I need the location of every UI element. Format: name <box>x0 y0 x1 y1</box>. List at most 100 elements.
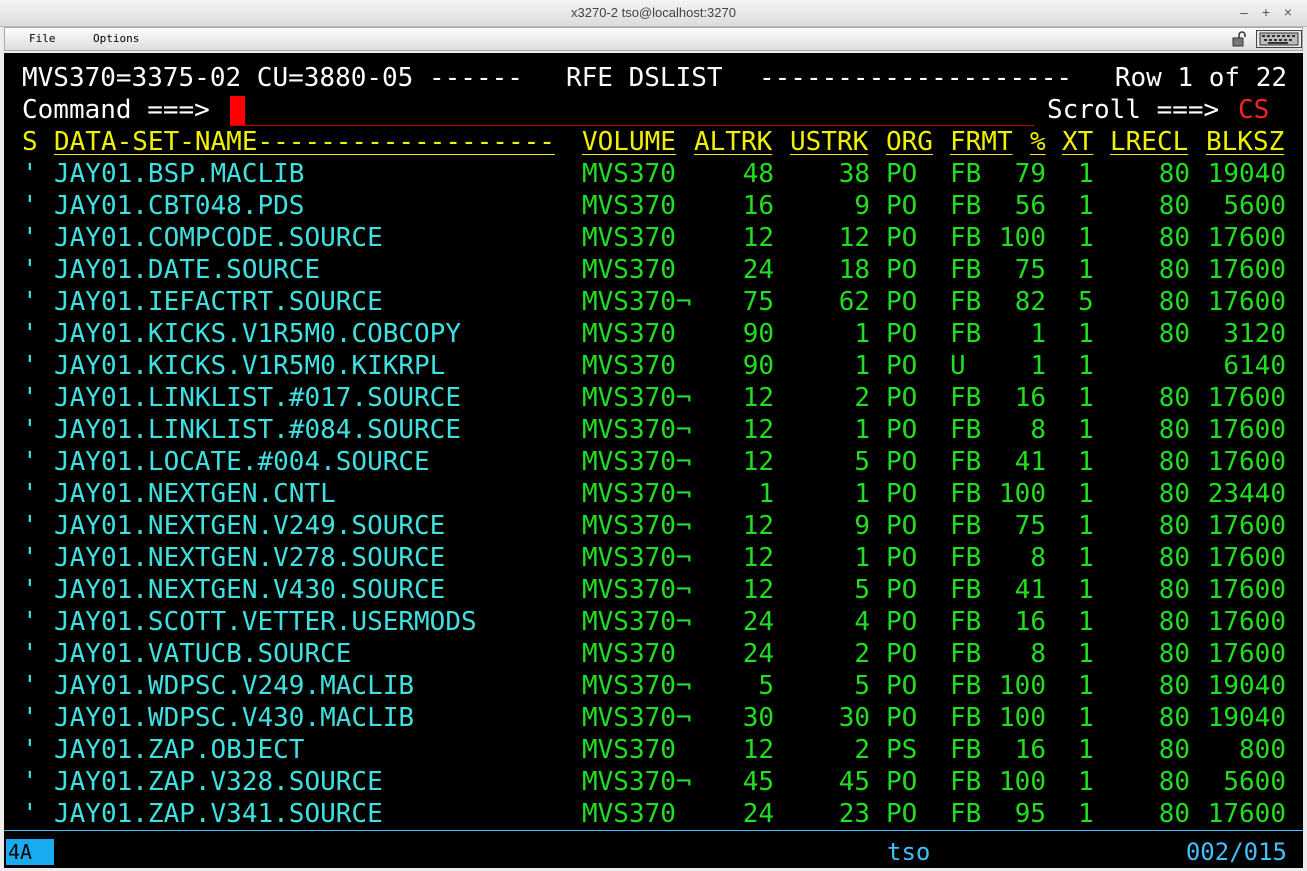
table-row[interactable]: ' JAY01.DATE.SOURCE MVS370 24 18 PO FB 75 1 80 176… <box>4 254 1303 286</box>
row-lrecl: 80 <box>1158 159 1190 189</box>
row-volume: MVS370¬ <box>582 703 692 733</box>
row-cmd-field[interactable]: ' <box>22 766 38 798</box>
minimize-icon[interactable]: – <box>1235 3 1253 21</box>
row-xt: 1 <box>1078 767 1094 797</box>
row-dsn[interactable]: JAY01.ZAP.V341.SOURCE <box>54 798 383 830</box>
row-pct: 56 <box>1014 191 1046 221</box>
table-row[interactable]: ' JAY01.VATUCB.SOURCE MVS370 24 2 PO FB 8 1 80 176… <box>4 638 1303 670</box>
row-lrecl: 80 <box>1158 383 1190 413</box>
table-row[interactable]: ' JAY01.WDPSC.V249.MACLIB MVS370¬ 5 5 PO FB 100… <box>4 670 1303 702</box>
row-pct: 8 <box>1030 543 1046 573</box>
table-row[interactable]: ' JAY01.CBT048.PDS MVS370 16 9 PO FB 56 1 80 5600 <box>4 190 1303 222</box>
lock-icon[interactable] <box>1231 31 1247 47</box>
row-cmd-field[interactable]: ' <box>22 190 38 222</box>
table-row[interactable]: ' JAY01.BSP.MACLIB MVS370 48 38 PO FB 79 1 80 1904… <box>4 158 1303 190</box>
row-dsn[interactable]: JAY01.WDPSC.V430.MACLIB <box>54 702 414 734</box>
row-dsn[interactable]: JAY01.COMPCODE.SOURCE <box>54 222 383 254</box>
row-xt: 1 <box>1078 511 1094 541</box>
row-cmd-field[interactable]: ' <box>22 638 38 670</box>
row-cmd-field[interactable]: ' <box>22 254 38 286</box>
row-dsn[interactable]: JAY01.SCOTT.VETTER.USERMODS <box>54 606 477 638</box>
row-ustrk: 9 <box>854 191 870 221</box>
row-lrecl: 80 <box>1158 319 1190 349</box>
row-cmd-field[interactable]: ' <box>22 606 38 638</box>
row-cmd-field[interactable]: ' <box>22 670 38 702</box>
command-input-cursor[interactable] <box>230 96 245 126</box>
terminal-screen[interactable]: MVS370=3375-02 CU=3880-05 ------ RFE DSL… <box>4 53 1303 868</box>
scroll-field[interactable]: CS <box>1238 94 1269 126</box>
row-dsn[interactable]: JAY01.KICKS.V1R5M0.COBCOPY <box>54 318 461 350</box>
table-row[interactable]: ' JAY01.IEFACTRT.SOURCE MVS370¬ 75 62 PO FB 82 5… <box>4 286 1303 318</box>
row-dsn[interactable]: JAY01.NEXTGEN.CNTL <box>54 478 336 510</box>
row-dsn[interactable]: JAY01.IEFACTRT.SOURCE <box>54 286 383 318</box>
col-dsn: DATA-SET-NAME------------------- <box>54 127 555 157</box>
menu-file[interactable]: File <box>29 32 56 45</box>
table-row[interactable]: ' JAY01.COMPCODE.SOURCE MVS370 12 12 PO FB 100 1… <box>4 222 1303 254</box>
row-dsn[interactable]: JAY01.LOCATE.#004.SOURCE <box>54 446 430 478</box>
row-cmd-field[interactable]: ' <box>22 318 38 350</box>
table-row[interactable]: ' JAY01.NEXTGEN.V249.SOURCE MVS370¬ 12 9 PO FB… <box>4 510 1303 542</box>
row-cmd-field[interactable]: ' <box>22 158 38 190</box>
row-cmd-field[interactable]: ' <box>22 702 38 734</box>
table-row[interactable]: ' JAY01.LINKLIST.#017.SOURCE MVS370¬ 12 2 PO F… <box>4 382 1303 414</box>
table-row[interactable]: ' JAY01.ZAP.V328.SOURCE MVS370¬ 45 45 PO FB 100… <box>4 766 1303 798</box>
row-dsn[interactable]: JAY01.LINKLIST.#017.SOURCE <box>54 382 461 414</box>
row-org: PO <box>886 671 918 701</box>
row-org: PO <box>886 223 918 253</box>
row-cmd-field[interactable]: ' <box>22 446 38 478</box>
table-row[interactable]: ' JAY01.NEXTGEN.V278.SOURCE MVS370¬ 12 1 PO FB… <box>4 542 1303 574</box>
row-cmd-field[interactable]: ' <box>22 286 38 318</box>
row-dsn[interactable]: JAY01.ZAP.OBJECT <box>54 734 304 766</box>
table-row[interactable]: ' JAY01.KICKS.V1R5M0.COBCOPY MVS370 90 1 PO FB… <box>4 318 1303 350</box>
row-lrecl: 80 <box>1158 543 1190 573</box>
row-cmd-field[interactable]: ' <box>22 542 38 574</box>
row-dsn[interactable]: JAY01.KICKS.V1R5M0.KIKRPL <box>54 350 445 382</box>
table-row[interactable]: ' JAY01.NEXTGEN.CNTL MVS370¬ 1 1 PO FB 100 1 80 23… <box>4 478 1303 510</box>
row-dsn[interactable]: JAY01.VATUCB.SOURCE <box>54 638 351 670</box>
row-ustrk: 9 <box>854 511 870 541</box>
row-altrk: 24 <box>742 639 774 669</box>
row-dsn[interactable]: JAY01.NEXTGEN.V249.SOURCE <box>54 510 445 542</box>
row-cmd-field[interactable]: ' <box>22 414 38 446</box>
row-dsn[interactable]: JAY01.BSP.MACLIB <box>54 158 304 190</box>
row-cmd-field[interactable]: ' <box>22 382 38 414</box>
row-pct: 16 <box>1014 383 1046 413</box>
row-cmd-field[interactable]: ' <box>22 478 38 510</box>
row-cmd-field[interactable]: ' <box>22 734 38 766</box>
table-row[interactable]: ' JAY01.WDPSC.V430.MACLIB MVS370¬ 30 30 PO FB 1… <box>4 702 1303 734</box>
table-row[interactable]: ' JAY01.KICKS.V1R5M0.KIKRPL MVS370 90 1 PO U 1 1… <box>4 350 1303 382</box>
row-dsn[interactable]: JAY01.LINKLIST.#084.SOURCE <box>54 414 461 446</box>
row-blksz: 17600 <box>1207 511 1286 541</box>
table-row[interactable]: ' JAY01.SCOTT.VETTER.USERMODS MVS370¬ 24 4 PO… <box>4 606 1303 638</box>
row-cmd-field[interactable]: ' <box>22 222 38 254</box>
row-dsn[interactable]: JAY01.NEXTGEN.V430.SOURCE <box>54 574 445 606</box>
row-cmd-field[interactable]: ' <box>22 350 38 382</box>
row-volume: MVS370¬ <box>582 575 692 605</box>
table-row[interactable]: ' JAY01.LINKLIST.#084.SOURCE MVS370¬ 12 1 PO F… <box>4 414 1303 446</box>
row-frmt: FB <box>950 511 982 541</box>
row-ustrk: 12 <box>838 223 870 253</box>
row-frmt: FB <box>950 735 982 765</box>
table-row[interactable]: ' JAY01.ZAP.V341.SOURCE MVS370 24 23 PO FB 95 1 8… <box>4 798 1303 830</box>
row-xt: 1 <box>1078 575 1094 605</box>
table-row[interactable]: ' JAY01.ZAP.OBJECT MVS370 12 2 PS FB 16 1 80 800 <box>4 734 1303 766</box>
menu-options[interactable]: Options <box>93 32 139 45</box>
row-dsn[interactable]: JAY01.ZAP.V328.SOURCE <box>54 766 383 798</box>
row-dsn[interactable]: JAY01.CBT048.PDS <box>54 190 304 222</box>
row-cmd-field[interactable]: ' <box>22 798 38 830</box>
keyboard-icon[interactable] <box>1256 30 1302 48</box>
row-xt: 1 <box>1078 415 1094 445</box>
row-dsn[interactable]: JAY01.DATE.SOURCE <box>54 254 320 286</box>
row-dsn[interactable]: JAY01.NEXTGEN.V278.SOURCE <box>54 542 445 574</box>
row-volume: MVS370 <box>582 735 676 765</box>
maximize-icon[interactable]: + <box>1257 3 1275 21</box>
row-dsn[interactable]: JAY01.WDPSC.V249.MACLIB <box>54 670 414 702</box>
table-row[interactable]: ' JAY01.NEXTGEN.V430.SOURCE MVS370¬ 12 5 PO FB… <box>4 574 1303 606</box>
table-row[interactable]: ' JAY01.LOCATE.#004.SOURCE MVS370¬ 12 5 PO FB 4… <box>4 446 1303 478</box>
row-cmd-field[interactable]: ' <box>22 510 38 542</box>
close-icon[interactable]: × <box>1279 3 1297 21</box>
title-bar[interactable]: x3270-2 tso@localhost:3270 – + × <box>0 0 1307 27</box>
row-cmd-field[interactable]: ' <box>22 574 38 606</box>
row-org: PO <box>886 479 918 509</box>
col-volume: VOLUME <box>582 127 676 157</box>
